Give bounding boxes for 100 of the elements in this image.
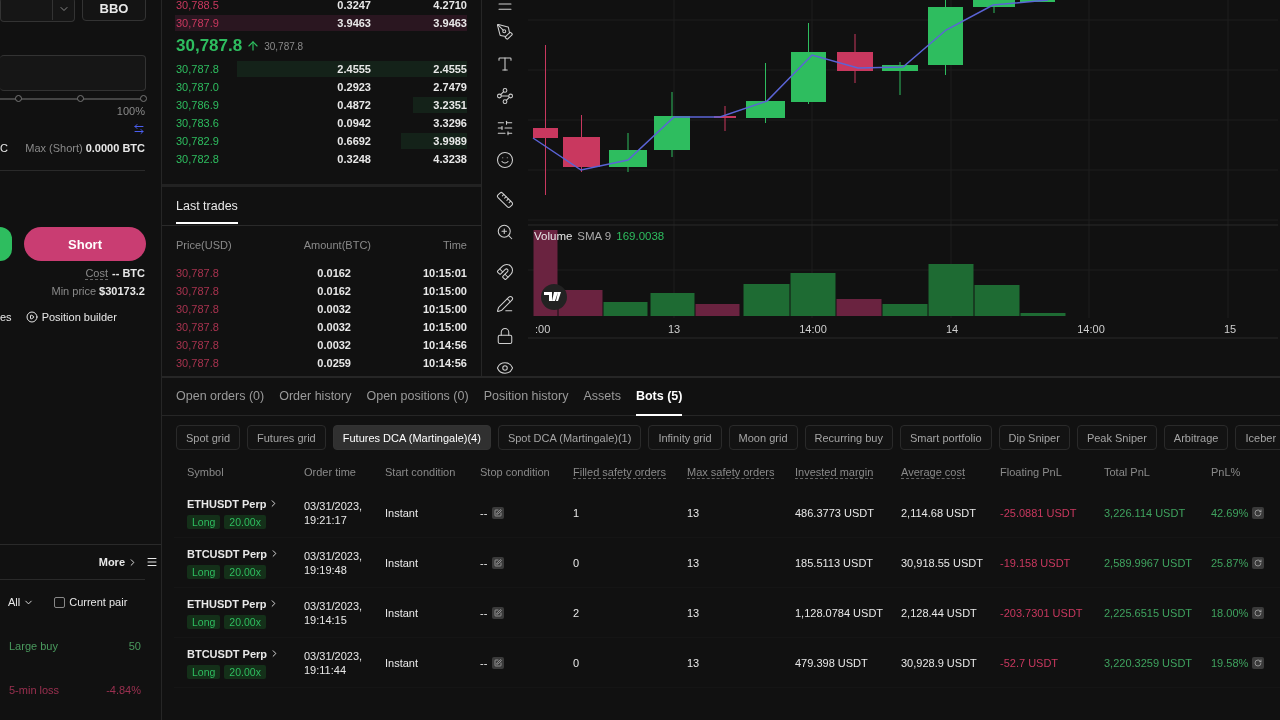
tab[interactable]: Position history — [483, 378, 569, 416]
table-cell-text: 2 — [573, 605, 581, 620]
lock-icon[interactable] — [496, 327, 514, 345]
axis-label: :00 — [535, 323, 551, 335]
candle — [563, 114, 600, 173]
trade-time: 10:15:00 — [422, 285, 467, 297]
price-input-field[interactable] — [0, 0, 75, 22]
text-icon[interactable] — [496, 55, 514, 73]
tab[interactable]: Order history — [279, 378, 352, 416]
tab[interactable]: Bots (5) — [635, 378, 683, 416]
nodes-icon[interactable] — [496, 87, 514, 105]
total-text: 3.9989 — [433, 135, 467, 147]
bot-type-chip[interactable]: Iceber — [1235, 425, 1280, 450]
edit-icon[interactable] — [492, 606, 505, 619]
short-button[interactable]: Short — [24, 227, 146, 261]
candle — [609, 132, 647, 173]
trade-price: 30,787.8 — [176, 321, 219, 333]
cut-link[interactable]: es — [0, 311, 12, 323]
bot-type-chip[interactable]: Smart portfolio — [900, 425, 992, 450]
column-header: PnL% — [1211, 466, 1241, 478]
side-tag: Long — [187, 614, 221, 629]
column-header: Average cost — [901, 465, 965, 479]
checkbox-label: Current pair — [69, 596, 128, 608]
leverage-tag: 20.00x — [224, 564, 266, 579]
symbol-link[interactable]: BTCUSDT Perp — [187, 546, 268, 561]
bot-type-chip[interactable]: Peak Sniper — [1076, 425, 1157, 450]
table-cell-text: 3,226.114 USDT — [1104, 505, 1187, 520]
axis-label: 14 — [945, 323, 959, 335]
symbol-link[interactable]: BTCUSDT Perp — [187, 646, 268, 661]
trade-amount: 0.0162 — [317, 267, 352, 279]
price-text: 30,782.9 — [176, 135, 219, 147]
bbo-button[interactable]: BBO — [82, 0, 146, 21]
table-cell-text: 486.3773 USDT — [795, 505, 875, 520]
edit-icon[interactable] — [492, 506, 505, 519]
cost-label: Cost — [85, 266, 108, 280]
column-header: Symbol — [187, 466, 224, 478]
symbol-link[interactable]: ETHUSDT Perp — [187, 496, 267, 511]
table-cell-text: 185.5113 USDT — [795, 555, 875, 570]
bot-type-chip[interactable]: Futures DCA (Martingale)(4) — [332, 425, 491, 450]
amount-input-field[interactable] — [0, 55, 146, 91]
price-text: 30,788.5 — [176, 0, 219, 11]
tab[interactable]: Assets — [583, 378, 621, 416]
tab[interactable]: Open positions (0) — [366, 378, 469, 416]
ruler-icon[interactable] — [496, 191, 514, 209]
more-link[interactable]: More — [98, 556, 125, 568]
checkbox[interactable] — [54, 596, 66, 608]
mark-price: 30,787.8 — [264, 40, 304, 52]
bot-type-chip[interactable]: Spot grid — [176, 425, 241, 450]
trade-amount: 0.0032 — [317, 303, 352, 315]
bot-type-chip[interactable]: Arbitrage — [1163, 425, 1229, 450]
magnet-icon[interactable] — [496, 263, 514, 281]
table-cell-text: -52.7 USDT — [1000, 655, 1060, 670]
zoom-in-icon[interactable] — [496, 223, 514, 241]
leverage-tag: 20.00x — [224, 514, 266, 529]
amount-text: 0.2923 — [337, 81, 371, 93]
bot-type-chip[interactable]: Spot DCA (Martingale)(1) — [497, 425, 642, 450]
eye-icon[interactable] — [496, 359, 514, 376]
alert-value: 50 — [128, 640, 141, 652]
total-text: 2.7479 — [433, 81, 467, 93]
volume-bar — [743, 284, 790, 316]
last-price: 30,787.8 — [176, 36, 243, 56]
menu-icon[interactable] — [146, 556, 158, 568]
cost-value: -- BTC — [112, 267, 145, 279]
table-cell: -- — [480, 655, 488, 670]
bot-type-chip[interactable]: Moon grid — [728, 425, 798, 450]
smiley-icon[interactable] — [496, 151, 514, 169]
total-text: 3.3296 — [433, 117, 467, 129]
candle — [837, 33, 873, 84]
position-builder-link[interactable]: Position builder — [41, 311, 117, 323]
candle — [973, 0, 1015, 14]
candle — [1020, 0, 1055, 3]
filter-dropdown[interactable]: All — [8, 596, 21, 608]
pencil-icon[interactable] — [496, 295, 514, 313]
table-cell-text: 03/31/2023, 19:19:48 — [304, 548, 364, 577]
amount-text: 0.3247 — [337, 0, 371, 11]
table-cell-text: 13 — [687, 605, 701, 620]
swap-icon[interactable] — [133, 123, 145, 135]
edit-icon[interactable] — [492, 656, 505, 669]
sliders-icon[interactable] — [496, 119, 514, 137]
sma-label: SMA 9 — [577, 230, 612, 242]
tab[interactable]: Open orders (0) — [176, 378, 265, 416]
table-cell-text: Instant — [385, 555, 420, 570]
table-cell-text: Instant — [385, 605, 420, 620]
trade-amount: 0.0259 — [317, 357, 352, 369]
bot-type-chip[interactable]: Dip Sniper — [998, 425, 1070, 450]
bot-type-chip[interactable]: Futures grid — [247, 425, 326, 450]
trade-amount: 0.0032 — [317, 321, 352, 333]
edit-icon[interactable] — [492, 556, 505, 569]
min-price-label: Min price — [51, 285, 97, 297]
trade-amount: 0.0032 — [317, 339, 352, 351]
table-cell-text: 2,589.9967 USDT — [1104, 555, 1194, 570]
side-tag: Long — [187, 564, 221, 579]
candle — [882, 61, 918, 96]
table-cell-text: 13 — [687, 505, 701, 520]
symbol-link[interactable]: ETHUSDT Perp — [187, 596, 267, 611]
bot-type-chip[interactable]: Infinity grid — [648, 425, 722, 450]
long-button[interactable] — [0, 227, 12, 261]
menu-icon[interactable] — [496, 0, 514, 13]
bot-type-chip[interactable]: Recurring buy — [804, 425, 893, 450]
price-text: 30,782.8 — [176, 153, 219, 165]
